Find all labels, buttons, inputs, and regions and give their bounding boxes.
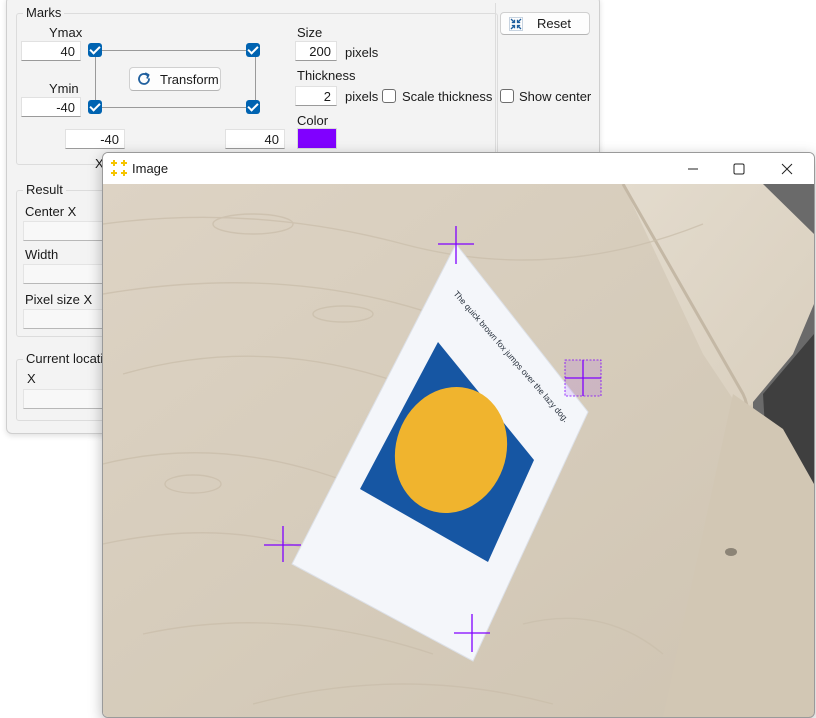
ymax-label: Ymax bbox=[49, 25, 83, 40]
result-group-title: Result bbox=[23, 182, 66, 197]
collapse-icon bbox=[509, 16, 523, 31]
pixel-size-x-label: Pixel size X bbox=[25, 292, 93, 307]
ymin-field[interactable]: -40 bbox=[21, 97, 81, 117]
maximize-icon bbox=[733, 163, 745, 174]
panel-divider bbox=[495, 3, 496, 163]
corner-checkbox-top-left[interactable] bbox=[88, 43, 102, 57]
color-swatch[interactable] bbox=[297, 128, 337, 149]
corner-checkbox-top-right[interactable] bbox=[246, 43, 260, 57]
marks-group-title: Marks bbox=[23, 5, 65, 20]
size-label: Size bbox=[297, 25, 323, 40]
show-center-checkbox[interactable] bbox=[500, 89, 514, 103]
transform-button-label: Transform bbox=[160, 71, 219, 87]
refresh-icon bbox=[136, 71, 152, 87]
reset-button-label: Reset bbox=[537, 16, 571, 31]
desk-hole bbox=[725, 548, 737, 556]
image-window-titlebar[interactable]: Image bbox=[103, 153, 814, 184]
color-label: Color bbox=[297, 113, 329, 128]
image-window: Image The quick brown fox jumps over the… bbox=[102, 152, 815, 718]
thickness-field[interactable]: 2 bbox=[295, 86, 337, 106]
ymin-label: Ymin bbox=[49, 81, 79, 96]
center-x-label: Center X bbox=[25, 204, 77, 219]
corner-marker-right-selected[interactable] bbox=[564, 359, 602, 397]
app-icon bbox=[110, 159, 128, 180]
show-center-label: Show center bbox=[519, 89, 592, 104]
image-window-title: Image bbox=[132, 161, 169, 176]
corner-checkbox-bottom-right[interactable] bbox=[246, 100, 260, 114]
location-x-label: X bbox=[27, 371, 36, 386]
transform-button[interactable]: Transform bbox=[129, 67, 221, 91]
thickness-unit: pixels bbox=[345, 89, 379, 104]
reset-button[interactable]: Reset bbox=[500, 12, 590, 35]
close-icon bbox=[781, 163, 793, 174]
maximize-button[interactable] bbox=[716, 153, 762, 184]
minimize-icon bbox=[688, 168, 698, 169]
scale-thickness-checkbox[interactable] bbox=[382, 89, 396, 103]
xmax-field[interactable]: 40 bbox=[225, 129, 285, 149]
corner-checkbox-bottom-left[interactable] bbox=[88, 100, 102, 114]
scale-thickness-label: Scale thickness bbox=[402, 89, 493, 104]
xmin-field[interactable]: -40 bbox=[65, 129, 125, 149]
thickness-label: Thickness bbox=[297, 68, 356, 83]
photo-canvas[interactable]: The quick brown fox jumps over the lazy … bbox=[103, 184, 814, 717]
close-button[interactable] bbox=[764, 153, 810, 184]
width-label: Width bbox=[25, 247, 59, 262]
size-field[interactable]: 200 bbox=[295, 41, 337, 61]
minimize-button[interactable] bbox=[670, 153, 716, 184]
ymax-field[interactable]: 40 bbox=[21, 41, 81, 61]
size-unit: pixels bbox=[345, 45, 379, 60]
